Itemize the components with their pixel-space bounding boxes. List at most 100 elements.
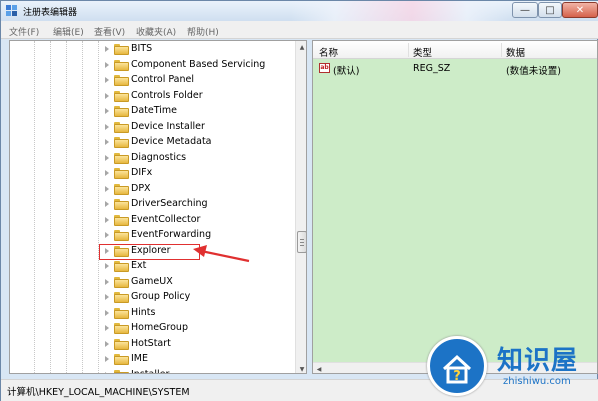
- expand-arrow-icon[interactable]: [105, 123, 109, 130]
- expand-arrow-icon[interactable]: [105, 170, 109, 176]
- expand-arrow-icon[interactable]: [105, 154, 109, 161]
- expand-arrow-icon[interactable]: [105, 92, 109, 99]
- tree-item-label: BITS: [131, 43, 153, 54]
- tree-item-label: Device Installer: [131, 120, 205, 132]
- tree-item[interactable]: Controls Folder: [10, 89, 295, 104]
- folder-icon: [114, 106, 129, 117]
- tree-item[interactable]: DriverSearching: [10, 197, 295, 212]
- folder-icon: [114, 354, 129, 365]
- tree-item[interactable]: Installer: [10, 368, 295, 373]
- tree-item[interactable]: Diagnostics: [10, 151, 295, 166]
- expand-arrow-icon[interactable]: [105, 263, 109, 269]
- folder-icon: [114, 276, 129, 288]
- column-name-header[interactable]: 名称: [319, 45, 338, 59]
- tree-item[interactable]: EventCollector: [10, 213, 295, 228]
- column-data-header[interactable]: 数据: [506, 45, 525, 59]
- folder-icon: [114, 199, 129, 210]
- registry-values-list[interactable]: 名称 类型 数据 ab (默认) REG_SZ (数值未设置) ◀: [312, 40, 598, 374]
- tree-item-label: EventCollector: [131, 213, 201, 225]
- column-type-header[interactable]: 类型: [413, 45, 432, 59]
- expand-arrow-icon[interactable]: [105, 356, 109, 362]
- tree-item[interactable]: Control Panel: [10, 73, 295, 88]
- expand-arrow-icon[interactable]: [105, 340, 109, 347]
- tree-item-label: HomeGroup: [131, 322, 188, 333]
- folder-icon: [114, 307, 129, 319]
- expand-arrow-icon[interactable]: [105, 201, 109, 207]
- tree-item[interactable]: Hints: [10, 306, 295, 321]
- folder-icon: [114, 44, 129, 55]
- scroll-left-arrow-icon[interactable]: ◀: [313, 363, 325, 373]
- tree-item[interactable]: DIFx: [10, 166, 295, 181]
- tree-item[interactable]: IME: [10, 352, 295, 367]
- expand-arrow-icon[interactable]: [105, 108, 109, 114]
- expand-arrow-icon[interactable]: [105, 185, 109, 192]
- tree-item-label: Hints: [131, 306, 156, 318]
- minimize-button[interactable]: —: [512, 2, 538, 18]
- tree-item[interactable]: Device Installer: [10, 120, 295, 135]
- expand-arrow-icon[interactable]: [105, 46, 109, 52]
- tree-item[interactable]: DateTime: [10, 104, 295, 119]
- expand-arrow-icon[interactable]: [105, 325, 109, 331]
- watermark-url: zhishiwu.com: [503, 376, 571, 387]
- close-button[interactable]: ✕: [562, 2, 598, 18]
- expand-arrow-icon[interactable]: [105, 216, 109, 223]
- tree-item[interactable]: HotStart: [10, 337, 295, 352]
- expand-arrow-icon[interactable]: [105, 61, 109, 68]
- folder-icon: [114, 230, 129, 241]
- tree-item[interactable]: Device Metadata: [10, 135, 295, 150]
- expand-arrow-icon[interactable]: [105, 232, 109, 238]
- tree-item-label: Device Metadata: [131, 136, 212, 147]
- tree-vertical-scrollbar[interactable]: ▲ ▼: [295, 41, 306, 373]
- menu-file[interactable]: 文件(F): [9, 25, 39, 38]
- tree-item[interactable]: Group Policy: [10, 290, 295, 305]
- status-path: 计算机\HKEY_LOCAL_MACHINE\SYSTEM: [7, 387, 190, 398]
- title-bar[interactable]: 注册表编辑器 — □ ✕: [1, 1, 598, 21]
- tree-item-label: EventForwarding: [131, 229, 212, 240]
- question-house-icon: ?: [442, 354, 472, 384]
- tree-item[interactable]: DPX: [10, 182, 295, 197]
- tree-item-label: IME: [131, 353, 149, 364]
- folder-icon: [114, 152, 129, 164]
- folder-icon: [114, 369, 129, 373]
- tree-item[interactable]: Component Based Servicing: [10, 58, 295, 73]
- maximize-button[interactable]: □: [538, 2, 562, 18]
- tree-item-label: Controls Folder: [131, 89, 203, 101]
- folder-icon: [114, 261, 129, 272]
- tree-item[interactable]: HomeGroup: [10, 321, 295, 336]
- tree-item[interactable]: BITS: [10, 42, 295, 57]
- tree-item[interactable]: GameUX: [10, 275, 295, 290]
- scroll-thumb[interactable]: [297, 231, 306, 253]
- folder-icon: [114, 183, 129, 195]
- tree-item-label: DriverSearching: [131, 198, 208, 209]
- tree-item-label: Control Panel: [131, 74, 194, 85]
- value-row[interactable]: ab (默认) REG_SZ (数值未设置): [313, 61, 597, 77]
- menu-edit[interactable]: 编辑(E): [53, 25, 84, 38]
- registry-key-tree[interactable]: BITS Component Based Servicing Control Pan…: [9, 40, 307, 374]
- expand-arrow-icon[interactable]: [105, 309, 109, 316]
- menu-favorites[interactable]: 收藏夹(A): [136, 25, 176, 38]
- watermark-title: 知识屋: [497, 346, 579, 376]
- expand-arrow-icon[interactable]: [105, 139, 109, 145]
- close-icon: ✕: [575, 4, 585, 16]
- tree-item-label: Component Based Servicing: [131, 58, 266, 70]
- scroll-down-arrow-icon[interactable]: ▼: [296, 363, 306, 373]
- value-name: (默认): [333, 66, 360, 77]
- explorer-highlight-box: [99, 244, 200, 260]
- folder-icon: [114, 121, 129, 133]
- maximize-icon: □: [545, 4, 555, 16]
- expand-arrow-icon[interactable]: [105, 278, 109, 285]
- svg-text:?: ?: [453, 369, 461, 384]
- tree-item-label: GameUX: [131, 275, 173, 287]
- tree-item[interactable]: Ext: [10, 259, 295, 274]
- menu-bar: 文件(F) 编辑(E) 查看(V) 收藏夹(A) 帮助(H): [1, 21, 598, 39]
- tree-item[interactable]: EventForwarding: [10, 228, 295, 243]
- menu-view[interactable]: 查看(V): [94, 25, 125, 38]
- tree-item-label: Ext: [131, 260, 147, 271]
- expand-arrow-icon[interactable]: [105, 77, 109, 83]
- expand-arrow-icon[interactable]: [105, 371, 109, 373]
- tree-item-label: DateTime: [131, 105, 177, 116]
- folder-icon: [114, 75, 129, 86]
- expand-arrow-icon[interactable]: [105, 294, 109, 300]
- menu-help[interactable]: 帮助(H): [187, 25, 219, 38]
- scroll-up-arrow-icon[interactable]: ▲: [296, 41, 306, 53]
